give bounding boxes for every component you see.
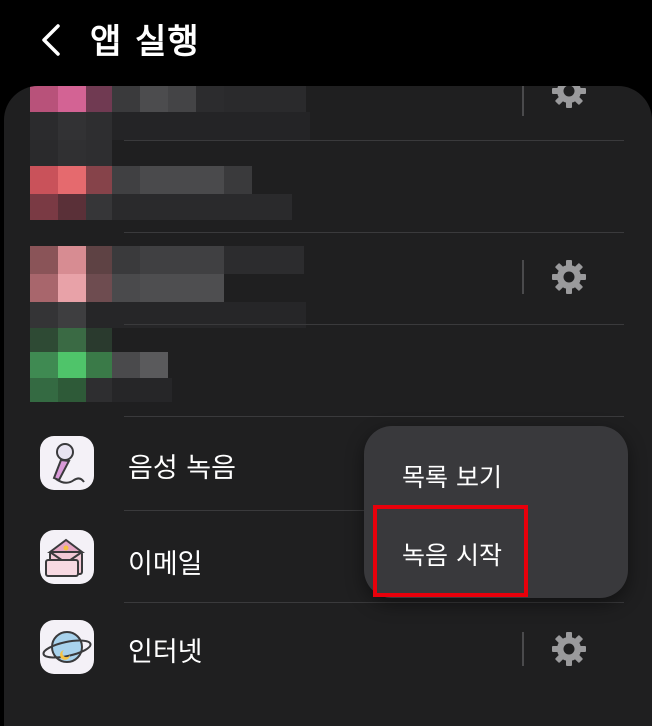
app-bar: 앱 실행: [0, 0, 652, 82]
page-title: 앱 실행: [90, 22, 200, 62]
gear-icon: [552, 86, 586, 108]
settings-button[interactable]: [550, 630, 588, 668]
app-label: 음성 녹음: [128, 453, 236, 484]
settings-button[interactable]: [550, 86, 588, 110]
obscured-app-3[interactable]: [30, 246, 310, 328]
email-app-icon: [40, 530, 94, 584]
menu-item-list-view[interactable]: 목록 보기: [402, 458, 502, 494]
gear-icon: [552, 632, 586, 666]
row-separator: [522, 260, 524, 294]
pixelated-content-icon: [30, 246, 306, 328]
internet-app-icon: [40, 620, 94, 674]
obscured-app-2[interactable]: [30, 140, 310, 230]
row-separator: [522, 632, 524, 666]
list-divider: [124, 416, 624, 417]
obscured-app-1[interactable]: [30, 86, 312, 140]
highlight-box: [373, 505, 528, 597]
list-divider: [124, 324, 624, 325]
planet-icon: [42, 631, 92, 663]
pixelated-content-icon: [30, 86, 312, 140]
obscured-app-4[interactable]: [30, 328, 230, 402]
chevron-left-icon: [42, 24, 60, 56]
voice-recorder-app-icon: [40, 436, 94, 490]
envelope-icon: [45, 538, 85, 577]
app-list-panel: 음성 녹음 이메일 인터넷: [4, 86, 652, 726]
settings-button[interactable]: [550, 258, 588, 296]
microphone-icon: [52, 443, 85, 484]
back-button[interactable]: [34, 18, 70, 62]
row-separator: [522, 86, 524, 116]
app-label: 이메일: [128, 549, 203, 580]
list-divider: [124, 232, 624, 233]
gear-icon: [552, 260, 586, 294]
pixelated-content-icon: [30, 328, 172, 402]
pixelated-content-icon: [30, 140, 292, 220]
app-label: 인터넷: [128, 637, 203, 668]
